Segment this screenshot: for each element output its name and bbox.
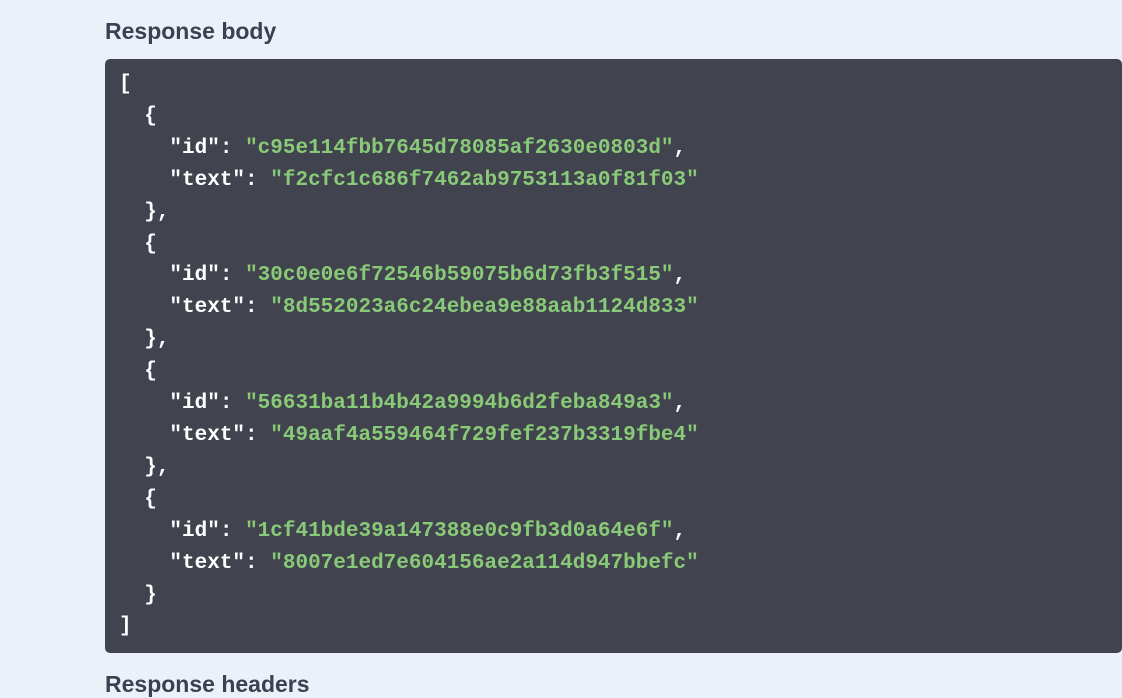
response-body-title: Response body (105, 18, 1122, 45)
response-headers-title: Response headers (105, 671, 1122, 698)
response-body-code[interactable]: [ { "id": "c95e114fbb7645d78085af2630e08… (105, 59, 1122, 653)
response-container: Response body [ { "id": "c95e114fbb7645d… (0, 0, 1122, 698)
